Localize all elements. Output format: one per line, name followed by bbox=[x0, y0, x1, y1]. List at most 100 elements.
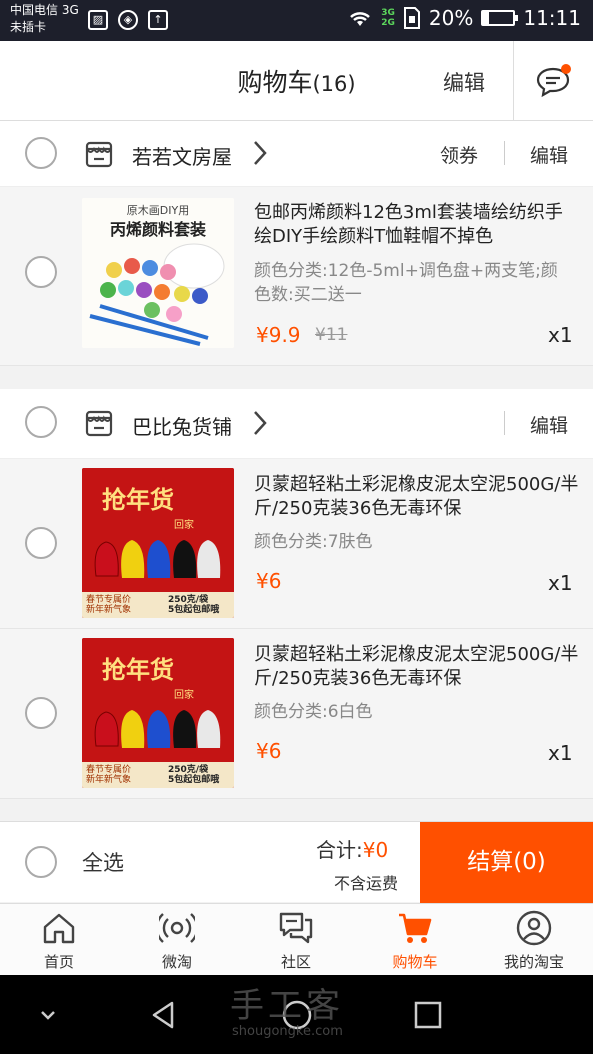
shop-edit-button[interactable]: 编辑 bbox=[530, 411, 568, 438]
battery-level bbox=[483, 12, 490, 24]
network-indicator: 3G 2G bbox=[381, 8, 395, 28]
banner-text: 抢年货 bbox=[102, 656, 174, 684]
product-thumbnail[interactable]: 原木画DIY用 丙烯颜料套装 bbox=[82, 198, 234, 348]
shop-edit-button[interactable]: 编辑 bbox=[530, 141, 568, 168]
coupon-button[interactable]: 领券 bbox=[440, 141, 478, 168]
item-select-radio[interactable] bbox=[25, 697, 57, 729]
message-icon[interactable] bbox=[535, 63, 571, 99]
broadcast-icon bbox=[159, 913, 195, 943]
product-title[interactable]: 贝蒙超轻粘土彩泥橡皮泥太空泥500G/半斤/250克装36色无毒环保 bbox=[254, 643, 579, 691]
cart-item[interactable]: 抢年货 回家 春节专属价 新年新气象 250克/袋 5包起包邮哦 贝蒙超轻粘土彩… bbox=[0, 629, 593, 799]
shop-header-2: 巴比兔货铺 编辑 bbox=[0, 389, 593, 459]
header-divider bbox=[513, 41, 514, 121]
watermark-logo: 手工客 bbox=[230, 986, 344, 1026]
cart-item[interactable]: 原木画DIY用 丙烯颜料套装 包邮丙烯颜料12色3ml套装墙绘纺织手绘DIY手绘… bbox=[0, 187, 593, 366]
watermark-url: shougongke.com bbox=[232, 1024, 343, 1039]
shop-select-radio[interactable] bbox=[25, 406, 57, 438]
divider bbox=[504, 141, 505, 165]
status-right: 3G 2G 20% 11:11 bbox=[347, 6, 581, 30]
sim-icon bbox=[403, 7, 420, 29]
item-select-radio[interactable] bbox=[25, 527, 57, 559]
product-price: ¥6 bbox=[256, 739, 282, 763]
cart-item[interactable]: 抢年货 回家 春节专属价 新年新气象 250克/袋 5包起包邮哦 贝蒙超轻粘土彩… bbox=[0, 459, 593, 629]
cart-icon bbox=[399, 913, 432, 943]
tab-weitao[interactable]: 微淘 bbox=[118, 904, 236, 976]
chevron-down-icon[interactable] bbox=[30, 997, 66, 1033]
shield-icon: ◈ bbox=[118, 10, 138, 30]
tab-cart[interactable]: 购物车 bbox=[356, 904, 474, 976]
tab-label: 社区 bbox=[280, 953, 311, 971]
quantity[interactable]: x1 bbox=[548, 571, 573, 595]
shipping-note: 不含运费 bbox=[334, 874, 399, 893]
bottom-tab-bar: 首页 微淘 社区 购物车 我的淘宝 bbox=[0, 903, 593, 975]
checkout-bar: 全选 合计:¥0 不含运费 结算(0) bbox=[0, 821, 593, 903]
tab-label: 首页 bbox=[43, 953, 74, 971]
store-icon bbox=[85, 410, 113, 437]
header-edit-button[interactable]: 编辑 bbox=[443, 67, 485, 97]
notification-dot bbox=[561, 64, 571, 74]
banner-tag: 回家 bbox=[174, 690, 194, 701]
total: 合计:¥0 bbox=[316, 834, 388, 863]
store-icon bbox=[85, 141, 113, 168]
product-price: ¥9.9 bbox=[256, 323, 301, 347]
back-icon[interactable] bbox=[146, 997, 182, 1033]
network-2g: 2G bbox=[381, 18, 395, 28]
checkout-button[interactable]: 结算(0) bbox=[420, 822, 593, 903]
product-spec[interactable]: 颜色分类:7肤色 bbox=[254, 530, 564, 554]
chevron-right-icon[interactable] bbox=[252, 409, 268, 437]
shop-select-radio[interactable] bbox=[25, 137, 57, 169]
recents-icon[interactable] bbox=[410, 997, 446, 1033]
product-title[interactable]: 贝蒙超轻粘土彩泥橡皮泥太空泥500G/半斤/250克装36色无毒环保 bbox=[254, 473, 579, 521]
tab-my-taobao[interactable]: 我的淘宝 bbox=[475, 904, 593, 976]
battery-percent: 20% bbox=[428, 6, 474, 30]
home-icon bbox=[43, 913, 75, 944]
tab-community[interactable]: 社区 bbox=[237, 904, 355, 976]
item-select-radio[interactable] bbox=[25, 256, 57, 288]
promo-text: 春节专属价 新年新气象 bbox=[86, 595, 132, 615]
total-value: ¥0 bbox=[362, 838, 389, 862]
select-all-label[interactable]: 全选 bbox=[82, 847, 124, 877]
cart-header: 购物车(16) 编辑 bbox=[0, 41, 593, 121]
sim-status: 未插卡 bbox=[10, 20, 47, 34]
quantity[interactable]: x1 bbox=[548, 323, 573, 347]
banner-text: 抢年货 bbox=[102, 486, 174, 514]
tab-label: 购物车 bbox=[392, 953, 438, 971]
product-spec[interactable]: 颜色分类:12色-5ml+调色盘+两支笔;颜色数:买二送一 bbox=[254, 259, 564, 307]
network-3g: 3G bbox=[381, 8, 395, 18]
total-label: 合计: bbox=[316, 838, 363, 862]
quantity[interactable]: x1 bbox=[548, 741, 573, 765]
shop-header-1: 若若文房屋 领券 编辑 bbox=[0, 121, 593, 187]
status-bar: 中国电信 3G 未插卡 ▨ ◈ ↑ 3G 2G 20% 11:11 bbox=[0, 0, 593, 41]
battery-icon bbox=[481, 10, 519, 26]
tab-label: 我的淘宝 bbox=[503, 953, 564, 971]
weight-text: 250克/袋 5包起包邮哦 bbox=[168, 595, 220, 615]
product-spec[interactable]: 颜色分类:6白色 bbox=[254, 700, 564, 724]
shop-name[interactable]: 若若文房屋 bbox=[132, 141, 232, 170]
title-text: 购物车 bbox=[237, 68, 313, 97]
tab-home[interactable]: 首页 bbox=[0, 904, 118, 976]
product-title[interactable]: 包邮丙烯颜料12色3ml套装墙绘纺织手绘DIY手绘颜料T恤鞋帽不掉色 bbox=[254, 201, 579, 249]
shop-name[interactable]: 巴比兔货铺 bbox=[132, 411, 232, 440]
select-all-radio[interactable] bbox=[25, 846, 57, 878]
cart-count: (16) bbox=[312, 72, 356, 96]
profile-icon bbox=[516, 910, 552, 946]
thumbnail-caption: 丙烯颜料套装 bbox=[109, 220, 206, 239]
gallery-icon: ▨ bbox=[88, 10, 108, 30]
product-thumbnail[interactable]: 抢年货 回家 春节专属价 新年新气象 250克/袋 5包起包邮哦 bbox=[82, 638, 234, 788]
weight-text: 250克/袋 5包起包邮哦 bbox=[168, 765, 220, 785]
chevron-right-icon[interactable] bbox=[252, 139, 268, 167]
tab-label: 微淘 bbox=[161, 953, 192, 971]
upload-icon: ↑ bbox=[148, 10, 168, 30]
community-icon bbox=[279, 912, 313, 944]
clock: 11:11 bbox=[523, 6, 581, 30]
notification-icons: ▨ ◈ ↑ bbox=[88, 10, 168, 30]
product-price: ¥6 bbox=[256, 569, 282, 593]
wifi-icon bbox=[350, 12, 371, 26]
original-price: ¥11 bbox=[315, 325, 348, 345]
carrier-info: 中国电信 3G 未插卡 bbox=[10, 2, 79, 36]
carrier-name: 中国电信 3G bbox=[10, 3, 79, 17]
banner-tag: 回家 bbox=[174, 520, 194, 531]
product-thumbnail[interactable]: 抢年货 回家 春节专属价 新年新气象 250克/袋 5包起包邮哦 bbox=[82, 468, 234, 618]
promo-text: 春节专属价 新年新气象 bbox=[86, 765, 132, 785]
page-title: 购物车(16) bbox=[0, 63, 593, 99]
